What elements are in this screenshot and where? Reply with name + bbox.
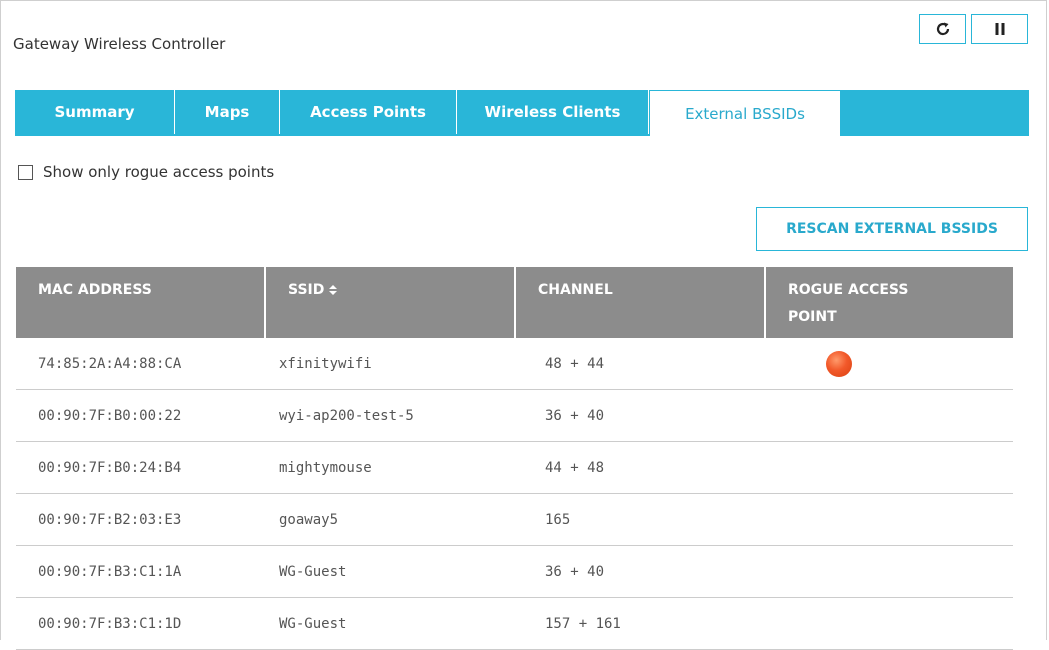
app-window: Gateway Wireless Controller Summary Maps…	[0, 0, 1047, 650]
table-row[interactable]: 00:90:7F:B2:03:E3 goaway5 165	[16, 494, 1013, 546]
rogue-only-label[interactable]: Show only rogue access points	[43, 163, 274, 181]
bssid-table: MAC ADDRESS SSID CHANNEL ROGUE ACCESS POI…	[16, 267, 1013, 650]
ssid-cell: WG-Guest	[279, 563, 347, 580]
tab-summary[interactable]: Summary	[15, 90, 175, 134]
tab-external-bssids[interactable]: External BSSIDs	[649, 90, 841, 136]
channel-cell: 48 + 44	[545, 355, 605, 372]
table-row[interactable]: 00:90:7F:B0:24:B4 mightymouse 44 + 48	[16, 442, 1013, 494]
tab-access-points[interactable]: Access Points	[280, 90, 457, 134]
rogue-only-checkbox[interactable]	[18, 164, 33, 180]
channel-cell: 165	[545, 511, 571, 528]
rogue-cell	[826, 338, 852, 389]
tab-maps[interactable]: Maps	[175, 90, 280, 134]
channel-cell: 44 + 48	[545, 459, 605, 476]
mac-cell: 00:90:7F:B2:03:E3	[38, 511, 182, 528]
table-row[interactable]: 00:90:7F:B3:C1:1A WG-Guest 36 + 40	[16, 546, 1013, 598]
ssid-cell: xfinitywifi	[279, 355, 372, 372]
table-row[interactable]: 00:90:7F:B3:C1:1D WG-Guest 157 + 161	[16, 598, 1013, 650]
column-header-channel[interactable]: CHANNEL	[516, 267, 764, 338]
mac-cell: 00:90:7F:B3:C1:1D	[38, 615, 182, 632]
mac-cell: 00:90:7F:B0:00:22	[38, 407, 182, 424]
mac-cell: 00:90:7F:B0:24:B4	[38, 459, 182, 476]
table-header: MAC ADDRESS SSID CHANNEL ROGUE ACCESS POI…	[16, 267, 1013, 338]
rogue-indicator-icon	[826, 350, 852, 377]
tab-bar: Summary Maps Access Points Wireless Clie…	[15, 90, 1029, 136]
ssid-cell: goaway5	[279, 511, 339, 528]
column-header-rogue[interactable]: ROGUE ACCESS POINT	[766, 267, 1013, 338]
pause-button[interactable]	[971, 14, 1028, 44]
table-row[interactable]: 74:85:2A:A4:88:CA xfinitywifi 48 + 44	[16, 338, 1013, 390]
ssid-cell: WG-Guest	[279, 615, 347, 632]
rogue-filter[interactable]: Show only rogue access points	[18, 163, 274, 181]
ssid-cell: wyi-ap200-test-5	[279, 407, 414, 424]
refresh-button[interactable]	[919, 14, 966, 44]
column-header-ssid[interactable]: SSID	[266, 267, 514, 338]
table-row[interactable]: 00:90:7F:B0:00:22 wyi-ap200-test-5 36 + …	[16, 390, 1013, 442]
channel-cell: 36 + 40	[545, 407, 605, 424]
pause-icon	[995, 23, 1004, 35]
column-header-mac[interactable]: MAC ADDRESS	[16, 267, 264, 338]
mac-cell: 00:90:7F:B3:C1:1A	[38, 563, 182, 580]
rescan-button[interactable]: RESCAN EXTERNAL BSSIDS	[756, 207, 1028, 251]
ssid-cell: mightymouse	[279, 459, 372, 476]
channel-cell: 157 + 161	[545, 615, 621, 632]
channel-cell: 36 + 40	[545, 563, 605, 580]
tab-wireless-clients[interactable]: Wireless Clients	[457, 90, 649, 134]
page-title: Gateway Wireless Controller	[13, 35, 226, 53]
mac-cell: 74:85:2A:A4:88:CA	[38, 355, 182, 372]
refresh-icon	[936, 22, 949, 36]
sort-icon[interactable]	[328, 284, 338, 296]
